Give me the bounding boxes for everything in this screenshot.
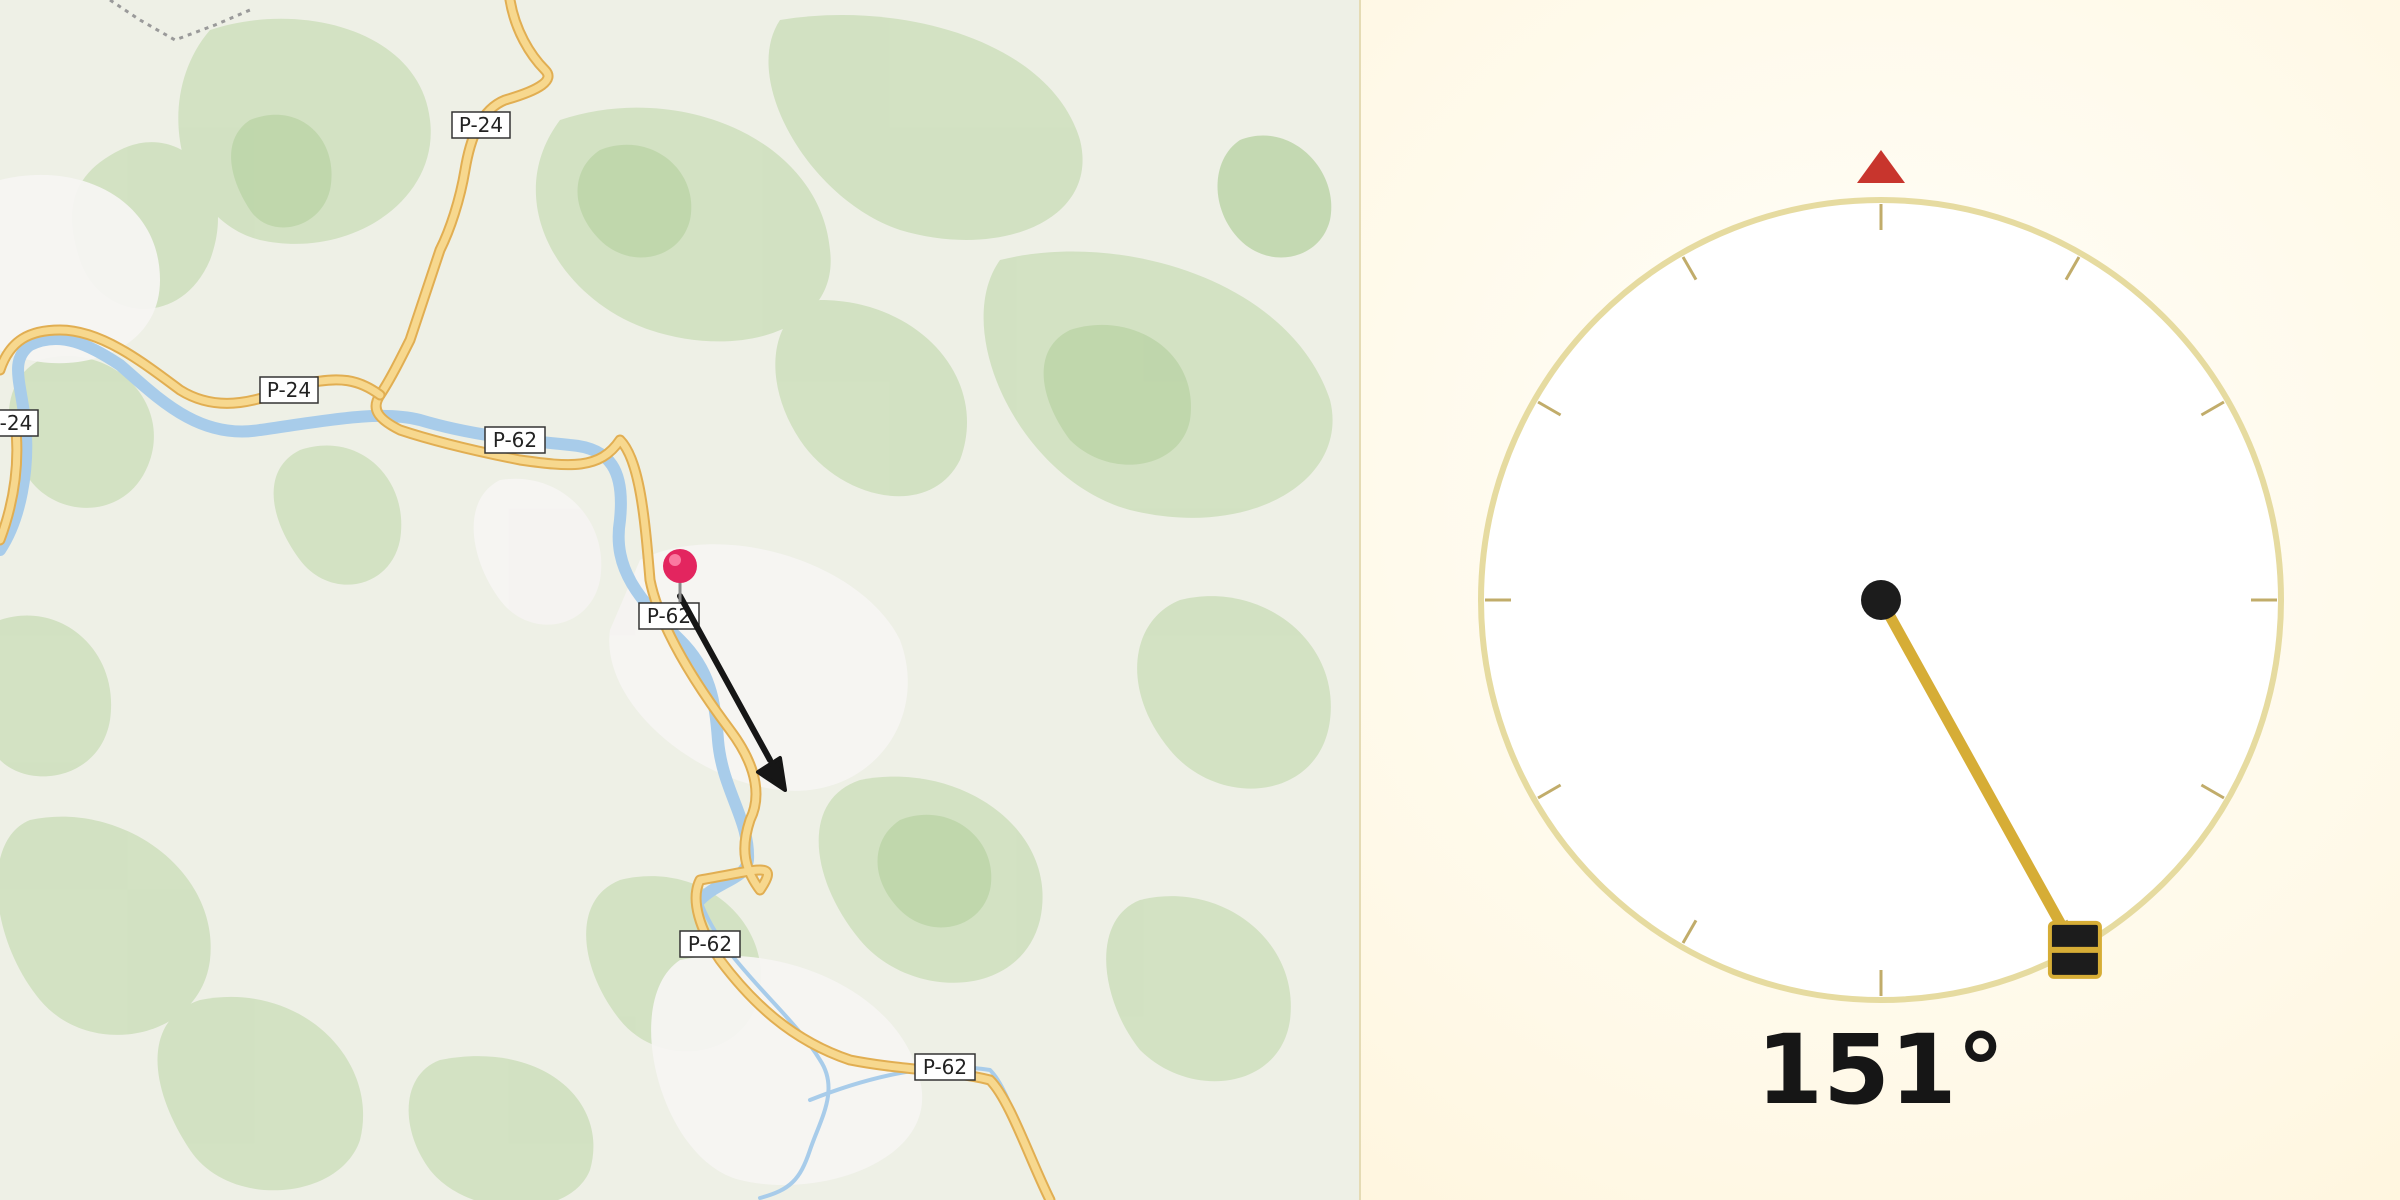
road-label-3: -24	[0, 409, 39, 437]
heading-readout: 151°	[1756, 1014, 2005, 1126]
north-triangle-icon	[1857, 150, 1905, 183]
app-root: P-24 P-24 -24 P-62 P-62 P-62 P-62 151°	[0, 0, 2400, 1200]
map-panel[interactable]: P-24 P-24 -24 P-62 P-62 P-62 P-62	[0, 0, 1361, 1200]
road-label-text: P-62	[493, 428, 537, 452]
road-label-text: P-62	[923, 1055, 967, 1079]
road-label-1: P-24	[451, 111, 511, 139]
road-label-2: P-24	[259, 376, 319, 404]
center-hub	[1861, 580, 1901, 620]
road-label-text: -24	[0, 411, 32, 435]
road-label-7: P-62	[914, 1053, 976, 1081]
road-label-text: P-24	[267, 378, 311, 402]
compass-panel: 151°	[1361, 0, 2400, 1200]
map-canvas[interactable]: P-24 P-24 -24 P-62 P-62 P-62 P-62	[0, 0, 1361, 1200]
road-label-text: P-62	[688, 932, 732, 956]
road-label-4: P-62	[484, 426, 546, 454]
drag-handle-icon[interactable]	[2047, 920, 2102, 979]
road-label-6: P-62	[679, 930, 741, 958]
road-label-text: P-24	[459, 113, 503, 137]
